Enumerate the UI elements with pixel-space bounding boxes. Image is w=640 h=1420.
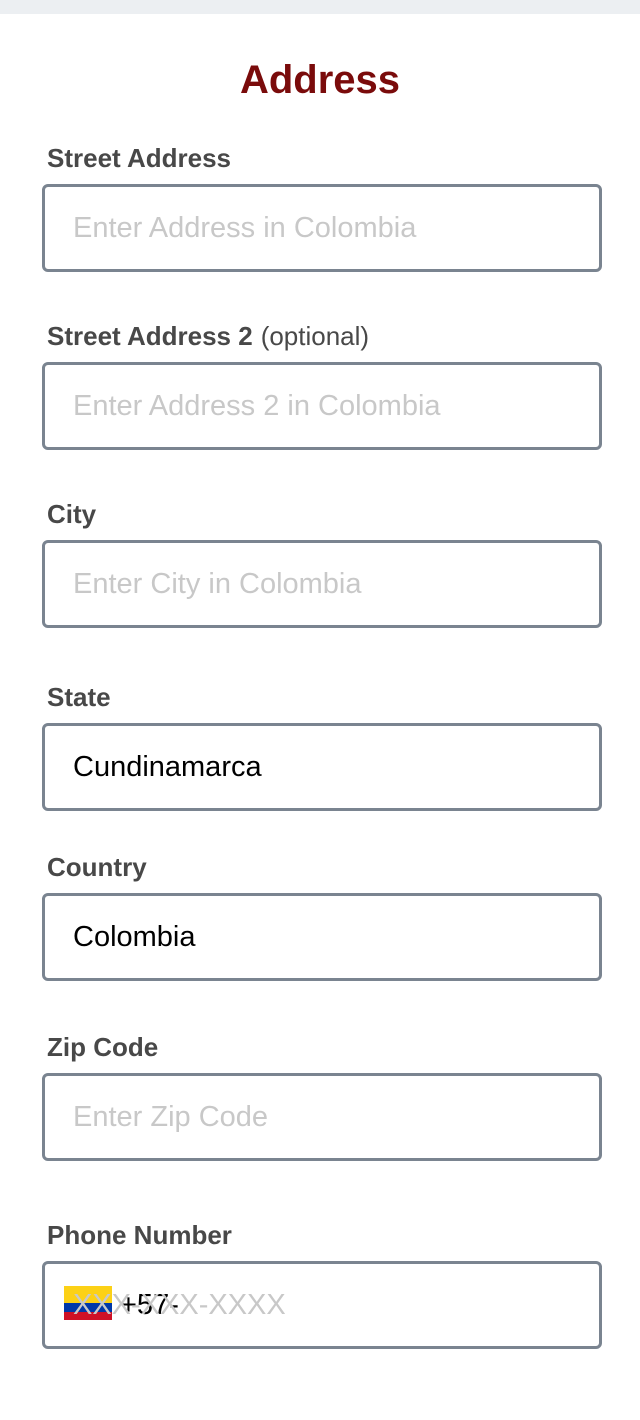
state-field[interactable]: Cundinamarca bbox=[42, 723, 602, 811]
street-address-input[interactable] bbox=[73, 187, 573, 269]
street-address-2-input[interactable] bbox=[73, 365, 573, 447]
state-value: Cundinamarca bbox=[73, 751, 262, 783]
street-address-field[interactable] bbox=[42, 184, 602, 272]
zip-code-input[interactable] bbox=[73, 1076, 573, 1158]
street-address-2-field[interactable] bbox=[42, 362, 602, 450]
country-value: Colombia bbox=[73, 921, 196, 953]
city-input[interactable] bbox=[73, 543, 573, 625]
street-address-2-label-text: Street Address 2 bbox=[47, 321, 253, 351]
phone-number-input[interactable] bbox=[73, 1264, 573, 1346]
street-address-label: Street Address bbox=[47, 143, 231, 173]
city-label: City bbox=[47, 499, 97, 529]
zip-code-label: Zip Code bbox=[47, 1032, 159, 1062]
phone-number-label: Phone Number bbox=[47, 1220, 232, 1250]
country-label: Country bbox=[47, 852, 147, 882]
optional-note: (optional) bbox=[260, 321, 370, 351]
city-field[interactable] bbox=[42, 540, 602, 628]
street-address-2-label: Street Address 2 (optional) bbox=[47, 321, 369, 351]
page-title: Address bbox=[239, 58, 401, 102]
phone-number-field[interactable]: +57- bbox=[42, 1261, 602, 1349]
zip-code-field[interactable] bbox=[42, 1073, 602, 1161]
country-field[interactable]: Colombia bbox=[42, 893, 602, 981]
state-label: State bbox=[47, 682, 111, 712]
address-form: Address Street Address Street Address 2(… bbox=[0, 14, 640, 1420]
top-status-strip bbox=[0, 0, 640, 14]
